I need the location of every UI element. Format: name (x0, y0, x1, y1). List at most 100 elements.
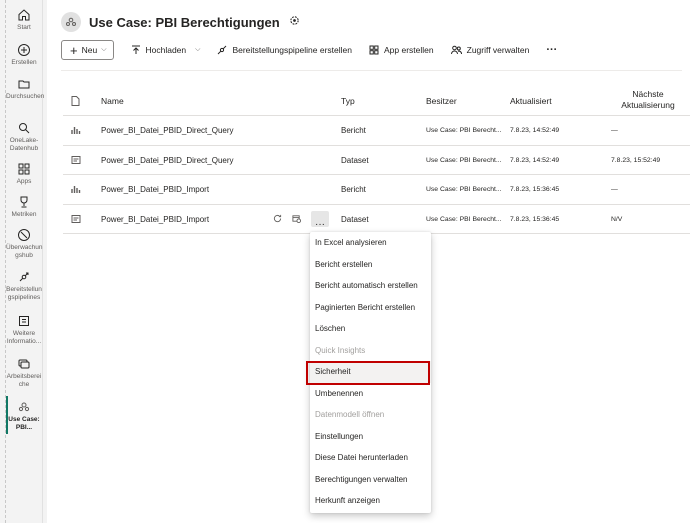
table-row[interactable]: Power_BI_Datei_PBID_Direct_Query Bericht… (63, 116, 690, 146)
row-next-refresh: N/V (611, 215, 623, 223)
nav-browse[interactable]: Durchsuchen (6, 77, 45, 101)
row-next-refresh: 7.8.23, 15:52:49 (611, 156, 661, 164)
menu-item-create-report[interactable]: Bericht erstellen (310, 254, 431, 276)
manage-access-label: Zugriff verwalten (466, 45, 530, 55)
file-type-header-icon (71, 96, 80, 108)
column-header-name[interactable]: Name (101, 96, 124, 106)
left-nav-rail: Start Erstellen Durchsuchen OneLake-Date… (0, 0, 45, 523)
row-updated: 7.8.23, 15:36:45 (510, 215, 560, 223)
workspace-settings-icon[interactable] (289, 13, 300, 31)
create-pipeline-button[interactable]: Bereitstellungspipeline erstellen (217, 45, 352, 55)
table-row[interactable]: Power_BI_Datei_PBID_Import Bericht Use C… (63, 175, 690, 205)
row-updated: 7.8.23, 14:52:49 (510, 127, 560, 134)
schedule-refresh-icon[interactable] (292, 214, 301, 223)
upload-button[interactable]: Hochladen ⌵ (131, 45, 201, 55)
menu-item-create-paginated-report[interactable]: Paginierten Bericht erstellen (310, 297, 431, 319)
column-header-owner[interactable]: Besitzer (426, 96, 457, 106)
report-icon (71, 127, 81, 134)
onelake-icon (19, 123, 30, 134)
people-icon (450, 45, 462, 55)
menu-item-analyze-in-excel[interactable]: In Excel analysieren (310, 232, 431, 254)
nav-learn[interactable]: Weitere Informatio... (6, 314, 42, 345)
row-more-button[interactable]: ··· (311, 210, 329, 230)
nav-current-workspace[interactable]: Use Case: PBI... (6, 400, 42, 431)
browse-icon (18, 80, 30, 89)
nav-workspaces[interactable]: Arbeitsberei che (6, 357, 42, 388)
menu-item-auto-create-report[interactable]: Bericht automatisch erstellen (310, 275, 431, 297)
row-name[interactable]: Power_BI_Datei_PBID_Direct_Query (101, 126, 234, 135)
highlight-box (306, 361, 430, 385)
nav-workspaces-label: Arbeitsberei che (6, 373, 42, 388)
nav-apps[interactable]: Apps (6, 162, 42, 186)
row-next-refresh: — (611, 127, 618, 134)
nav-metrics[interactable]: Metriken (6, 195, 42, 219)
items-table: Name Typ Besitzer Aktualisiert Nächste A… (63, 86, 690, 234)
create-app-button[interactable]: App erstellen (369, 45, 434, 55)
nav-current-workspace-label: Use Case: PBI... (8, 416, 40, 431)
nav-metrics-label: Metriken (11, 211, 37, 218)
column-header-type[interactable]: Typ (341, 96, 355, 106)
next-refresh-line1: Nächste (632, 89, 664, 99)
row-name[interactable]: Power_BI_Datei_PBID_Import (101, 215, 209, 224)
menu-item-manage-permissions[interactable]: Berechtigungen verwalten (310, 469, 431, 491)
create-app-label: App erstellen (384, 45, 434, 55)
nav-start[interactable]: Start (6, 8, 42, 32)
toolbar-more-button[interactable]: ··· (546, 44, 557, 56)
workspace-logo-icon (66, 17, 76, 26)
workspaces-icon (18, 359, 30, 369)
report-icon (71, 186, 81, 193)
workspace-avatar (61, 12, 81, 32)
menu-item-security[interactable]: Sicherheit (306, 361, 431, 385)
nav-apps-label: Apps (16, 178, 32, 185)
row-name[interactable]: Power_BI_Datei_PBID_Direct_Query (101, 156, 234, 165)
toolbar: + Neu ⌵ Hochladen ⌵ Bereitstellungspipel… (61, 40, 557, 60)
row-actions: ··· (273, 210, 329, 230)
more-icon: ··· (546, 44, 558, 56)
nav-create-label: Erstellen (11, 59, 37, 66)
create-icon (18, 44, 30, 56)
dataset-icon (71, 155, 81, 164)
new-button[interactable]: + Neu ⌵ (61, 40, 114, 60)
row-type: Dataset (341, 155, 369, 165)
row-name[interactable]: Power_BI_Datei_PBID_Import (101, 185, 209, 194)
menu-item-open-data-model: Datenmodell öffnen (315, 410, 385, 419)
menu-item-view-lineage[interactable]: Herkunft anzeigen (310, 490, 431, 512)
menu-item-settings[interactable]: Einstellungen (310, 426, 431, 448)
pipelines-icon (19, 272, 29, 282)
upload-button-label: Hochladen (145, 45, 187, 55)
menu-item-download-file[interactable]: Diese Datei herunterladen (310, 447, 431, 469)
chevron-down-icon: ⌵ (195, 46, 201, 53)
monitoring-icon (18, 229, 30, 241)
nav-browse-label: Durchsuchen (6, 93, 45, 100)
nav-pipelines[interactable]: Bereitstellun gspipelines (6, 270, 42, 301)
menu-item-rename[interactable]: Umbenennen (310, 383, 431, 405)
nav-create[interactable]: Erstellen (6, 43, 42, 67)
row-owner: Use Case: PBI Berecht... (426, 186, 502, 193)
apps-icon (18, 163, 30, 175)
column-header-next-refresh[interactable]: Nächste Aktualisierung (618, 89, 678, 111)
pipeline-icon (218, 45, 227, 55)
menu-item-delete[interactable]: Löschen (310, 318, 431, 340)
learn-icon (19, 316, 29, 326)
row-type: Dataset (341, 214, 369, 224)
row-owner: Use Case: PBI Berecht... (426, 215, 502, 223)
row-updated: 7.8.23, 15:36:45 (510, 186, 560, 193)
menu-item-quick-insights: Quick Insights (315, 345, 366, 355)
nav-onelake[interactable]: OneLake-Datenhub (6, 121, 42, 152)
nav-monitoring[interactable]: Überwachun gshub (6, 228, 43, 259)
more-icon: ··· (315, 218, 325, 230)
metrics-icon (20, 196, 28, 208)
nav-onelake-label: OneLake-Datenhub (9, 137, 39, 152)
upload-icon (131, 45, 140, 54)
table-row[interactable]: Power_BI_Datei_PBID_Import ··· Dataset U… (63, 205, 690, 234)
row-type: Bericht (341, 185, 366, 194)
workspace-header: Use Case: PBI Berechtigungen (61, 10, 300, 34)
row-owner: Use Case: PBI Berecht... (426, 156, 502, 164)
manage-access-button[interactable]: Zugriff verwalten (450, 45, 530, 55)
column-header-updated[interactable]: Aktualisiert (510, 96, 552, 106)
row-owner: Use Case: PBI Berecht... (426, 127, 502, 134)
page-title: Use Case: PBI Berechtigungen (89, 14, 280, 30)
refresh-icon[interactable] (273, 214, 282, 223)
chevron-down-icon: ⌵ (101, 46, 107, 53)
table-row[interactable]: Power_BI_Datei_PBID_Direct_Query Dataset… (63, 146, 690, 175)
